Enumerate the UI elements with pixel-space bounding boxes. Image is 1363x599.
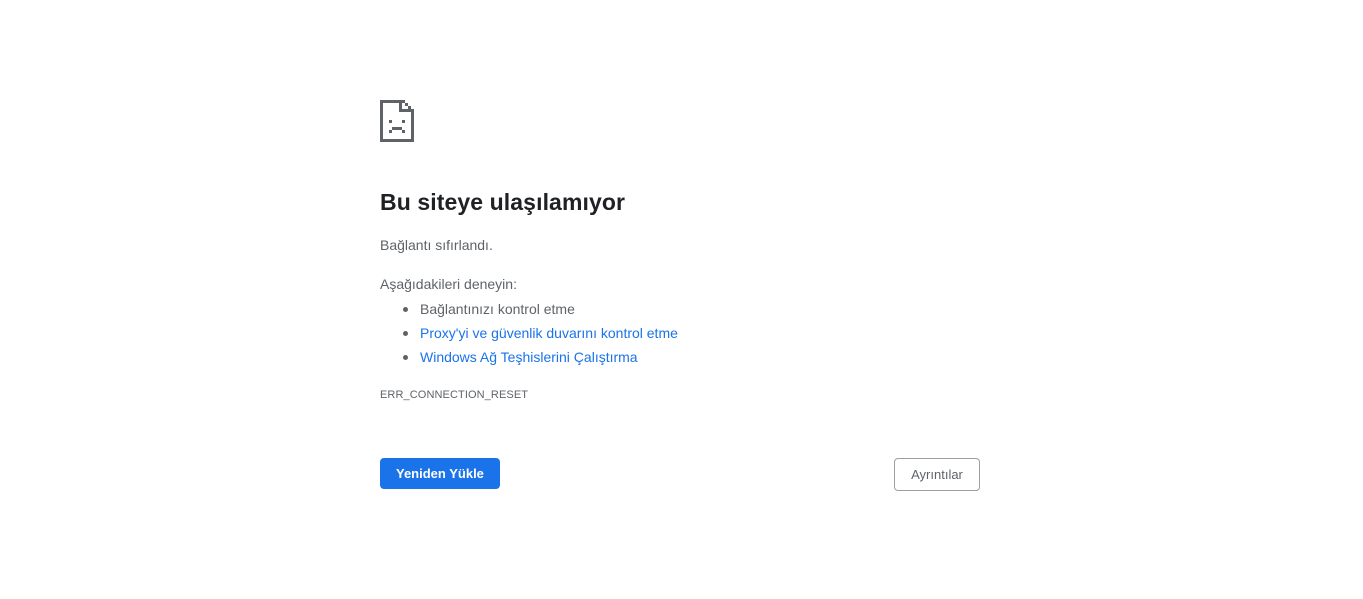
page-title: Bu siteye ulaşılamıyor	[380, 189, 626, 215]
network-diagnostics-link[interactable]: Windows Ağ Teşhislerini Çalıştırma	[420, 349, 638, 365]
suggestion-network-diagnostics: Windows Ağ Teşhislerini Çalıştırma	[380, 345, 678, 369]
reload-button[interactable]: Yeniden Yükle	[380, 458, 500, 489]
bullet-icon	[403, 355, 408, 360]
details-button[interactable]: Ayrıntılar	[894, 458, 980, 491]
error-page: Bu siteye ulaşılamıyor Bağlantı sıfırlan…	[0, 0, 1363, 599]
bullet-icon	[403, 307, 408, 312]
check-proxy-firewall-link[interactable]: Proxy'yi ve güvenlik duvarını kontrol et…	[420, 325, 678, 341]
suggestion-label: Bağlantınızı kontrol etme	[420, 301, 575, 317]
sad-document-icon	[380, 100, 414, 142]
error-summary: Bağlantı sıfırlandı.	[380, 237, 493, 253]
suggestion-check-proxy-firewall: Proxy'yi ve güvenlik duvarını kontrol et…	[380, 321, 678, 345]
suggestion-check-connection: Bağlantınızı kontrol etme	[380, 297, 678, 321]
bullet-icon	[403, 331, 408, 336]
suggestions-heading: Aşağıdakileri deneyin:	[380, 276, 517, 292]
error-code: ERR_CONNECTION_RESET	[380, 389, 529, 401]
suggestions-list: Bağlantınızı kontrol etme Proxy'yi ve gü…	[380, 297, 678, 369]
